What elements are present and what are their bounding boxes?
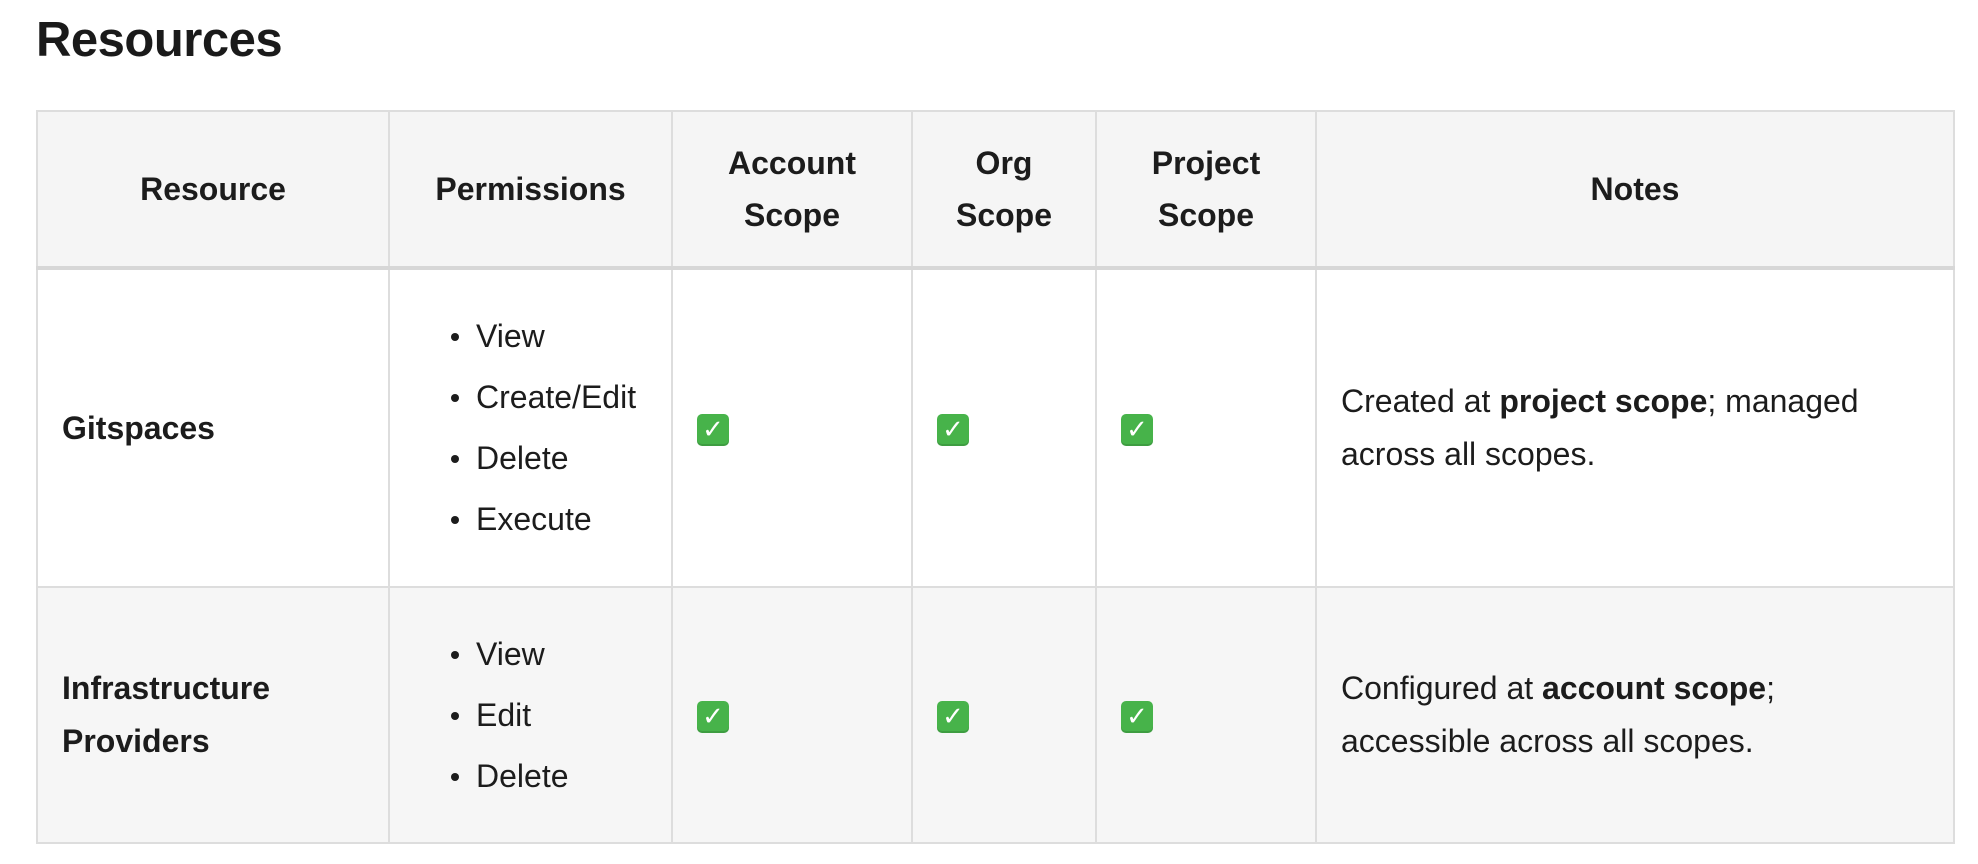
check-mark-icon: ✓	[1121, 414, 1153, 447]
account-scope-cell: ✓	[671, 267, 913, 588]
column-header-org-scope: Org Scope	[911, 110, 1097, 270]
permission-item: View	[451, 306, 647, 367]
column-header-notes: Notes	[1315, 110, 1955, 270]
resource-name: Gitspaces	[36, 267, 390, 588]
notes-cell: Configured at account scope; accessible …	[1315, 586, 1955, 844]
check-mark-icon: ✓	[937, 701, 969, 734]
org-scope-cell: ✓	[911, 586, 1097, 844]
account-scope-cell: ✓	[671, 586, 913, 844]
permissions-cell: View Create/Edit Delete Execute	[388, 267, 673, 588]
section-heading: Resources	[36, 13, 283, 67]
permission-item: Delete	[451, 746, 647, 807]
org-scope-cell: ✓	[911, 267, 1097, 588]
page: Resources Resource Permissions Account S…	[0, 0, 1978, 864]
column-header-resource: Resource	[36, 110, 390, 270]
permission-item: Create/Edit	[451, 367, 647, 428]
permissions-cell: View Edit Delete	[388, 586, 673, 844]
project-scope-cell: ✓	[1095, 586, 1317, 844]
resource-name: Infrastructure Providers	[36, 586, 390, 844]
permission-item: Execute	[451, 489, 647, 550]
notes-cell: Created at project scope; managed across…	[1315, 267, 1955, 588]
permission-item: Delete	[451, 428, 647, 489]
permissions-list: View Edit Delete	[414, 624, 647, 807]
table-header-row: Resource Permissions Account Scope Org S…	[36, 110, 1955, 270]
check-mark-icon: ✓	[937, 414, 969, 447]
project-scope-cell: ✓	[1095, 267, 1317, 588]
notes-text: Created at	[1341, 383, 1500, 419]
notes-emphasis: project scope	[1499, 383, 1708, 419]
check-mark-icon: ✓	[1121, 701, 1153, 734]
permissions-list: View Create/Edit Delete Execute	[414, 306, 647, 550]
notes-emphasis: account scope	[1542, 670, 1767, 706]
column-header-permissions: Permissions	[388, 110, 673, 270]
column-header-account-scope: Account Scope	[671, 110, 913, 270]
check-mark-icon: ✓	[697, 414, 729, 447]
table-row: Infrastructure Providers View Edit Delet…	[36, 586, 1955, 844]
check-mark-icon: ✓	[697, 701, 729, 734]
permission-item: Edit	[451, 685, 647, 746]
resources-table: Resource Permissions Account Scope Org S…	[36, 110, 1955, 844]
notes-text: Configured at	[1341, 670, 1543, 706]
permission-item: View	[451, 624, 647, 685]
table-row: Gitspaces View Create/Edit Delete Execut…	[36, 267, 1955, 588]
column-header-project-scope: Project Scope	[1095, 110, 1317, 270]
